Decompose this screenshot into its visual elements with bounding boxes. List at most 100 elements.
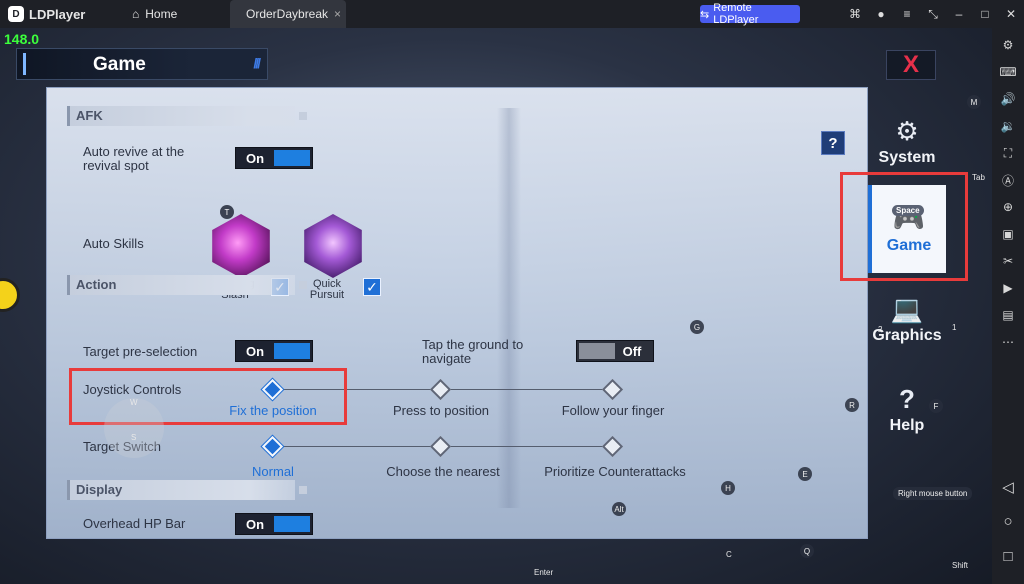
tab-home-label: Home bbox=[145, 7, 178, 21]
tab-system[interactable]: ⚙ System bbox=[868, 117, 946, 167]
scissors-icon[interactable]: ✂ bbox=[998, 251, 1018, 271]
multi-window-icon[interactable]: ▤ bbox=[998, 305, 1018, 325]
key-q-hint: Q bbox=[800, 544, 814, 558]
remote-ldplayer-button[interactable]: ⇆ Remote LDPlayer bbox=[700, 2, 800, 26]
auto-revive-toggle[interactable]: On bbox=[235, 147, 313, 169]
target-preselection-state: On bbox=[245, 343, 265, 359]
auto-skills-label: Auto Skills bbox=[83, 236, 144, 251]
more-icon[interactable]: ⋯ bbox=[998, 332, 1018, 352]
close-settings-button[interactable]: X bbox=[886, 50, 936, 80]
section-action: Action bbox=[67, 275, 307, 295]
key-alt-hint: Alt bbox=[612, 502, 626, 516]
target-option-counter[interactable]: Prioritize Counterattacks bbox=[531, 464, 699, 479]
joystick-option-follow[interactable]: Follow your finger bbox=[547, 403, 679, 418]
app-name: LDPlayer bbox=[29, 6, 86, 22]
account-icon[interactable]: ● bbox=[868, 7, 894, 21]
tab-graphics[interactable]: 💻 Graphics bbox=[868, 295, 946, 345]
home-circle-icon[interactable]: ○ bbox=[998, 513, 1018, 530]
keyboard-icon[interactable]: ⌨ bbox=[998, 62, 1018, 82]
key-shift-hint: Shift bbox=[952, 561, 969, 570]
tap-ground-label: Tap the ground to navigate bbox=[422, 337, 524, 366]
splitting-slash-icon bbox=[212, 214, 270, 278]
target-preselection-label: Target pre-selection bbox=[83, 344, 198, 359]
tap-ground-state: Off bbox=[622, 343, 642, 359]
laptop-icon: 💻 bbox=[890, 294, 924, 324]
key-e-hint: E bbox=[798, 467, 812, 481]
target-preselection-toggle[interactable]: On bbox=[235, 340, 313, 362]
key-enter-hint: Enter bbox=[534, 568, 554, 577]
joystick-option-press-marker[interactable] bbox=[429, 378, 452, 401]
shrink-icon[interactable]: ⤡ bbox=[920, 7, 946, 22]
remote-icon: ⇆ bbox=[700, 8, 710, 21]
video-icon[interactable]: ▶ bbox=[998, 278, 1018, 298]
target-option-normal-marker[interactable] bbox=[261, 435, 284, 458]
back-icon[interactable]: ◁ bbox=[998, 478, 1018, 496]
key-c-hint: C bbox=[726, 550, 732, 559]
minimize-icon[interactable]: – bbox=[946, 7, 972, 21]
key-s-hint: S bbox=[131, 433, 137, 442]
tab-graphics-label: Graphics bbox=[872, 327, 942, 344]
key-f-hint: F bbox=[929, 399, 943, 413]
toggle-knob bbox=[274, 150, 310, 166]
auto-revive-label: Auto revive at the revival spot bbox=[83, 144, 185, 173]
background-tower bbox=[497, 108, 521, 508]
operation-record-icon[interactable]: Ⓐ bbox=[998, 170, 1018, 190]
target-option-nearest-marker[interactable] bbox=[429, 435, 452, 458]
home-icon: ⌂ bbox=[132, 7, 140, 21]
header-accent bbox=[23, 53, 26, 75]
key-2-hint: 2 bbox=[878, 325, 883, 334]
tab-orderdaybreak[interactable]: OrderDaybreak × bbox=[230, 0, 346, 28]
key-1-hint: 1 bbox=[952, 323, 957, 332]
tap-ground-toggle[interactable]: Off bbox=[576, 340, 654, 362]
settings-header: Game /// bbox=[16, 48, 268, 80]
add-apk-icon[interactable]: ⊕ bbox=[998, 197, 1018, 217]
emulator-titlebar: D LDPlayer ⌂ Home OrderDaybreak × ⇆ Remo… bbox=[0, 0, 1024, 28]
settings-icon[interactable]: ⚙ bbox=[998, 35, 1018, 55]
quick-pursuit-checkbox[interactable]: ✓ bbox=[363, 278, 381, 296]
volume-down-icon[interactable]: 🔉 bbox=[998, 116, 1018, 136]
fullscreen-icon[interactable]: ⛶ bbox=[998, 143, 1018, 163]
game-viewport: 148.0 Game /// X AFK ? Auto revive at th… bbox=[0, 28, 992, 584]
key-w-hint: W bbox=[130, 398, 138, 407]
joystick-option-press[interactable]: Press to position bbox=[383, 403, 499, 418]
skill-splitting-slash[interactable]: T bbox=[209, 205, 273, 278]
tab-orderdaybreak-label: OrderDaybreak bbox=[246, 7, 329, 21]
section-afk: AFK bbox=[67, 106, 307, 126]
tab-help-label: Help bbox=[889, 417, 925, 434]
close-window-icon[interactable]: ✕ bbox=[998, 7, 1024, 21]
window-controls: ⌘ ● ≡ ⤡ – □ ✕ bbox=[842, 0, 1024, 28]
settings-title: Game bbox=[93, 54, 146, 75]
joystick-option-follow-marker[interactable] bbox=[601, 378, 624, 401]
tab-close-icon[interactable]: × bbox=[334, 7, 341, 21]
toggle-knob bbox=[579, 343, 615, 359]
key-g-hint: G bbox=[690, 320, 704, 334]
virtual-joystick[interactable] bbox=[104, 398, 164, 458]
skill-quick-pursuit[interactable] bbox=[301, 214, 365, 278]
volume-up-icon[interactable]: 🔊 bbox=[998, 89, 1018, 109]
section-display: Display bbox=[67, 480, 307, 500]
key-r-hint: R bbox=[845, 398, 859, 412]
maximize-icon[interactable]: □ bbox=[972, 7, 998, 21]
quick-pursuit-icon bbox=[304, 214, 362, 278]
target-option-normal[interactable]: Normal bbox=[233, 464, 313, 479]
key-h-hint: H bbox=[721, 481, 735, 495]
menu-icon[interactable]: ≡ bbox=[894, 7, 920, 21]
tab-home[interactable]: ⌂ Home bbox=[120, 0, 230, 28]
yellow-skill-button[interactable] bbox=[0, 278, 20, 312]
key-m-hint: M bbox=[967, 95, 981, 109]
target-option-counter-marker[interactable] bbox=[601, 435, 624, 458]
key-tab-hint: Tab bbox=[972, 173, 985, 182]
target-option-nearest[interactable]: Choose the nearest bbox=[373, 464, 513, 479]
skill-key-badge: T bbox=[220, 205, 234, 219]
gear-icon: ⚙ bbox=[895, 116, 919, 146]
apk-icon[interactable]: ▣ bbox=[998, 224, 1018, 244]
gamepad-icon[interactable]: ⌘ bbox=[842, 7, 868, 21]
emulator-toolbar: ⚙ ⌨ 🔊 🔉 ⛶ Ⓐ ⊕ ▣ ✂ ▶ ▤ ⋯ ◁ ○ □ bbox=[992, 28, 1024, 584]
settings-side-tabs: ⚙ System Space 🎮 Game 💻 Graphics ? Help bbox=[868, 87, 946, 539]
help-button[interactable]: ? bbox=[821, 131, 845, 155]
overhead-hp-label: Overhead HP Bar bbox=[83, 516, 186, 531]
right-mouse-hint: Right mouse button bbox=[893, 487, 973, 500]
overhead-hp-toggle[interactable]: On bbox=[235, 513, 313, 535]
recent-apps-icon[interactable]: □ bbox=[998, 548, 1018, 565]
highlight-game-tab bbox=[840, 172, 968, 281]
